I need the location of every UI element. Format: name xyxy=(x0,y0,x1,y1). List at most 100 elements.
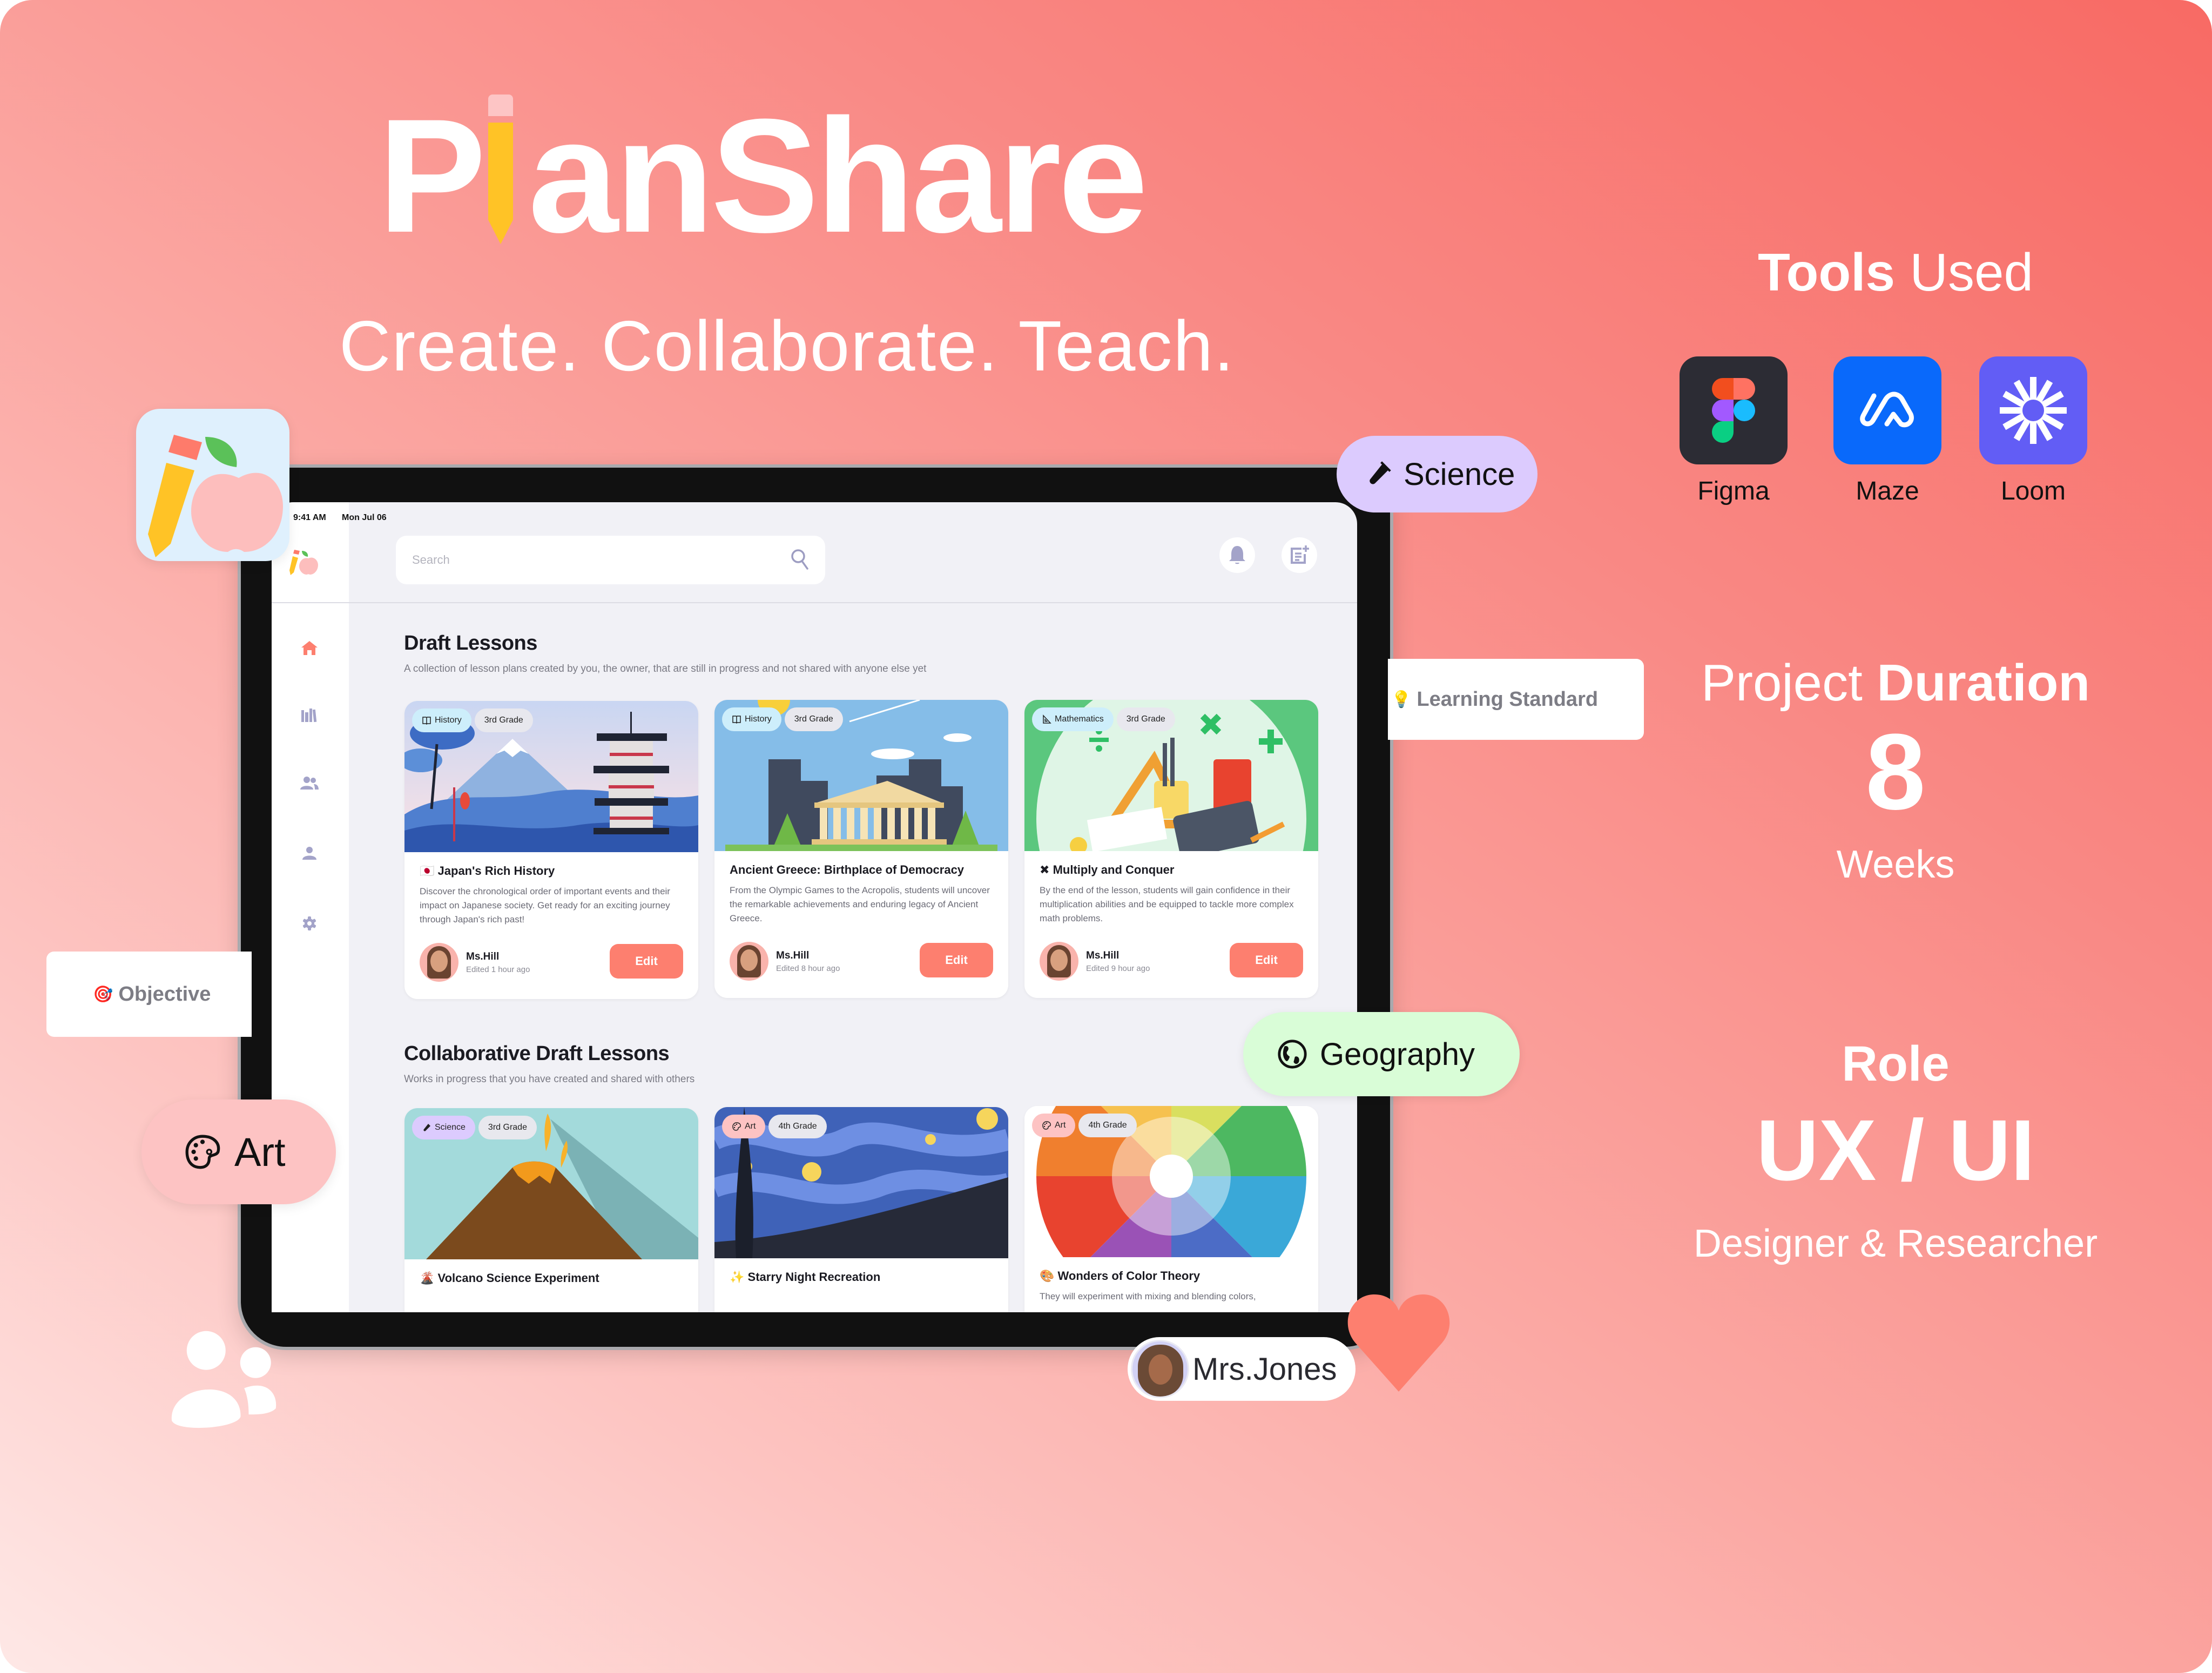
lesson-card[interactable]: Mathematics 3rd Grade ✖ Multiply and Con… xyxy=(1024,700,1318,998)
new-lesson-button[interactable] xyxy=(1282,537,1317,573)
learning-standard-note: 💡 Learning Standard xyxy=(1388,659,1644,740)
ipad-screen: 9:41 AM Mon Jul 06 100% Draft Lessons A … xyxy=(272,502,1357,1312)
test-tube-icon xyxy=(1370,461,1391,484)
globe-icon xyxy=(1278,1040,1307,1069)
card-author: Ms.Hill Edited 8 hour ago xyxy=(730,942,840,981)
lesson-card[interactable]: Art 4th Grade 🎨 Wonders of Color Theory … xyxy=(1024,1106,1318,1312)
sidebar-item-library[interactable] xyxy=(296,702,323,729)
subject-tag: History xyxy=(412,709,471,732)
subject-tag: Science xyxy=(412,1116,475,1139)
card-description: They will experiment with mixing and ble… xyxy=(1040,1291,1256,1301)
grade-tag: 4th Grade xyxy=(1078,1114,1137,1137)
brand-letter-p: P xyxy=(378,85,486,266)
science-chip: Science xyxy=(1337,436,1537,512)
duration-title: Project Duration xyxy=(1701,654,2090,712)
gear-icon xyxy=(302,916,316,930)
subject-label: History xyxy=(745,714,772,724)
status-time: 9:41 AM xyxy=(293,513,326,522)
book-icon xyxy=(422,717,431,725)
tools-title: Tools Used xyxy=(1757,242,2034,302)
lesson-card[interactable]: History 3rd Grade Ancient Greece: Birthp… xyxy=(714,700,1008,998)
edit-button[interactable]: Edit xyxy=(1230,943,1303,977)
card-description: By the end of the lesson, students will … xyxy=(1040,885,1294,923)
volcano-icon: 🌋 xyxy=(420,1271,435,1285)
search-bar xyxy=(396,536,825,584)
lightbulb-icon: 💡 xyxy=(1391,690,1412,709)
search-input[interactable] xyxy=(412,549,763,571)
subject-label: Art xyxy=(745,1122,756,1131)
card-author: Ms.Hill Edited 9 hour ago xyxy=(1040,942,1150,981)
grade-tag: 3rd Grade xyxy=(474,709,533,732)
figma-icon xyxy=(1680,356,1788,464)
grade-tag: 3rd Grade xyxy=(478,1116,537,1139)
subject-tag: Mathematics xyxy=(1032,707,1114,731)
card-title: ✨ Starry Night Recreation xyxy=(730,1270,881,1284)
subject-tag: History xyxy=(722,707,781,731)
edit-button[interactable]: Edit xyxy=(920,943,993,977)
role-subtitle: Designer & Researcher xyxy=(1693,1222,2098,1265)
app-icon xyxy=(136,409,289,561)
loom-icon xyxy=(1979,356,2087,464)
author-name: Ms.Hill xyxy=(466,950,500,962)
brand-name-rest: anShare xyxy=(528,85,1148,266)
tool-label: Figma xyxy=(1697,477,1770,505)
subject-tag: Art xyxy=(1032,1114,1076,1137)
multiply-icon: ✖ xyxy=(1040,863,1050,876)
role-title: Role xyxy=(1842,1036,1950,1091)
card-title: 🎨 Wonders of Color Theory xyxy=(1040,1269,1201,1283)
brand-logotype: PanShare xyxy=(378,95,1148,257)
status-bar: 9:41 AM Mon Jul 06 100% xyxy=(272,502,1357,535)
author-name: Ms.Hill xyxy=(776,949,810,961)
subject-label: Science xyxy=(435,1123,466,1132)
app-logo-icon xyxy=(289,550,318,575)
search-icon[interactable] xyxy=(791,549,809,570)
edited-time: Edited 9 hour ago xyxy=(1086,963,1150,973)
tagline: Create. Collaborate. Teach. xyxy=(339,306,1235,386)
edited-time: Edited 8 hour ago xyxy=(776,963,840,973)
header-divider xyxy=(272,602,1357,603)
tool-loom: Loom xyxy=(1979,356,2087,506)
sidebar-item-community[interactable] xyxy=(296,770,323,797)
edit-button[interactable]: Edit xyxy=(610,944,683,979)
set-square-icon xyxy=(1043,714,1051,724)
card-description: From the Olympic Games to the Acropolis,… xyxy=(730,885,990,923)
palette-icon xyxy=(185,1135,220,1169)
bell-icon xyxy=(1229,546,1245,564)
section-title-draft: Draft Lessons xyxy=(404,632,537,655)
test-tube-icon xyxy=(423,1124,430,1131)
pencil-apple-icon xyxy=(148,435,283,557)
palette-icon xyxy=(1042,1121,1051,1130)
subject-tag: Art xyxy=(722,1115,766,1138)
sidebar-item-home[interactable] xyxy=(296,635,323,662)
author-name: Ms.Hill xyxy=(1086,949,1120,961)
status-date: Mon Jul 06 xyxy=(342,513,387,522)
collaborator-chip: Mrs.Jones xyxy=(1128,1337,1355,1401)
card-author: Ms.Hill Edited 1 hour ago xyxy=(420,943,530,982)
grade-tag: 3rd Grade xyxy=(784,707,843,731)
lesson-card[interactable]: History 3rd Grade 🇯🇵 Japan's Rich Histor… xyxy=(404,701,698,999)
section-subtitle-collaborative: Works in progress that you have created … xyxy=(404,1074,695,1085)
card-description: Discover the chronological order of impo… xyxy=(420,886,670,925)
heart-icon xyxy=(1347,1294,1450,1392)
grade-tag: 4th Grade xyxy=(768,1115,827,1138)
notifications-button[interactable] xyxy=(1219,537,1255,573)
target-icon: 🎯 xyxy=(93,985,113,1003)
lesson-card[interactable]: Art 4th Grade ✨ Starry Night Recreation xyxy=(714,1107,1008,1312)
home-icon xyxy=(301,641,318,655)
sidebar-item-settings[interactable] xyxy=(296,910,323,937)
avatar xyxy=(420,943,458,982)
duration-unit: Weeks xyxy=(1836,843,1955,886)
user-icon xyxy=(302,847,316,860)
palette-icon xyxy=(732,1122,741,1131)
sparkles-icon: ✨ xyxy=(730,1270,745,1284)
sidebar-item-profile[interactable] xyxy=(296,840,323,867)
role-main: UX / UI xyxy=(1756,1102,2035,1198)
art-chip: Art xyxy=(141,1099,336,1204)
tool-label: Maze xyxy=(1856,477,1919,505)
card-title: ✖ Multiply and Conquer xyxy=(1040,863,1175,876)
avatar xyxy=(1040,942,1078,981)
artist-palette-icon: 🎨 xyxy=(1040,1269,1055,1283)
duration-value: 8 xyxy=(1865,712,1926,832)
flag-japan-icon: 🇯🇵 xyxy=(420,864,435,878)
lesson-card[interactable]: Science 3rd Grade 🌋 Volcano Science Expe… xyxy=(404,1108,698,1312)
